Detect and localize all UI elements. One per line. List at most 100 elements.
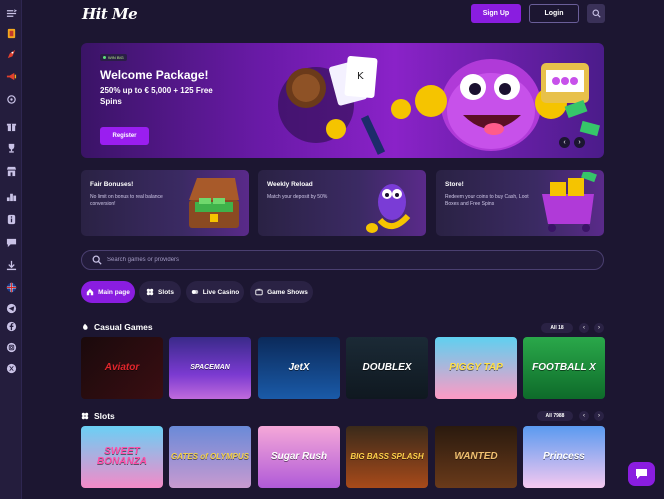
uk-flag-icon[interactable] xyxy=(4,281,18,293)
game-tile[interactable]: Sugar Rush xyxy=(258,426,340,488)
x-twitter-icon[interactable] xyxy=(4,362,18,374)
menu-collapse-icon[interactable] xyxy=(4,7,18,19)
live-chat-button[interactable] xyxy=(628,462,655,486)
chat-icon xyxy=(636,469,647,479)
facebook-icon[interactable] xyxy=(4,320,18,332)
promo-description: Redeem your coins to buy Cash, Loot Boxe… xyxy=(445,194,529,207)
download-icon[interactable] xyxy=(4,259,18,271)
tab-game-shows[interactable]: Game Shows xyxy=(250,281,313,303)
slots-prev-icon[interactable]: ‹ xyxy=(579,411,589,421)
game-title: DOUBLEX xyxy=(362,362,412,373)
badge-dot-icon xyxy=(103,56,106,59)
shopping-cart-icon xyxy=(542,172,597,232)
welcome-banner[interactable]: K WIN BIG Welcome Package! 250% up to € … xyxy=(81,43,604,158)
win-big-badge: WIN BIG xyxy=(100,54,127,61)
slots-view-all-button[interactable]: All 7988 xyxy=(537,411,573,421)
game-tile[interactable]: BIG BASS SPLASH xyxy=(346,426,428,488)
banner-next-icon[interactable]: › xyxy=(574,137,585,148)
game-tile[interactable]: FOOTBALL X xyxy=(523,337,605,399)
slots-icon xyxy=(146,288,154,296)
promo-card-weekly-reload[interactable]: Weekly Reload Match your deposit by 50% xyxy=(258,170,426,236)
tab-label: Slots xyxy=(158,288,174,296)
search-icon xyxy=(591,9,601,18)
game-title: Princess xyxy=(543,451,585,462)
tab-label: Game Shows xyxy=(267,288,308,296)
casual-next-icon[interactable]: › xyxy=(594,323,604,333)
tab-slots[interactable]: Slots xyxy=(139,281,181,303)
game-tile[interactable]: DOUBLEX xyxy=(346,337,428,399)
game-tile[interactable]: WANTED xyxy=(435,426,517,488)
info-icon[interactable] xyxy=(4,213,18,225)
promo-card-fair-bonuses[interactable]: Fair Bonuses! No limit on bonus to real … xyxy=(81,170,249,236)
hero-title: Welcome Package! xyxy=(100,68,209,82)
game-tile[interactable]: Aviator xyxy=(81,337,163,399)
search-input[interactable] xyxy=(107,251,587,269)
game-title: FOOTBALL X xyxy=(532,362,596,373)
badge-label: WIN BIG xyxy=(108,55,124,60)
podium-icon[interactable] xyxy=(4,190,18,202)
login-button[interactable]: Login xyxy=(529,4,579,23)
game-tile[interactable]: SWEET BONANZA xyxy=(81,426,163,488)
signup-button[interactable]: Sign Up xyxy=(471,4,521,23)
megaphone-icon[interactable] xyxy=(4,70,18,82)
house-icon xyxy=(86,288,94,296)
section-title: Slots xyxy=(94,411,115,421)
game-title: SPACEMAN xyxy=(190,364,230,371)
live-casino-icon xyxy=(191,290,198,294)
game-title: Aviator xyxy=(104,362,140,373)
game-search-bar xyxy=(81,250,604,270)
slots-next-icon[interactable]: › xyxy=(594,411,604,421)
promo-description: Match your deposit by 50% xyxy=(267,194,328,200)
game-title: BIG BASS SPLASH xyxy=(350,452,424,461)
tab-label: Live Casino xyxy=(202,288,240,296)
section-slots-header: Slots xyxy=(81,411,115,421)
trophy-icon[interactable] xyxy=(4,142,18,154)
promo-title: Weekly Reload xyxy=(267,181,313,188)
promo-title: Store! xyxy=(445,181,464,188)
header-search-button[interactable] xyxy=(587,4,605,23)
mascot-icon xyxy=(366,184,411,233)
section-casual-games-header: Casual Games xyxy=(81,322,153,332)
top-header: Hit Me Sign Up Login xyxy=(22,0,664,28)
spin-icon[interactable] xyxy=(4,93,18,105)
store-icon[interactable] xyxy=(4,165,18,177)
game-title: PIGGY TAP xyxy=(449,362,503,373)
site-logo[interactable]: Hit Me xyxy=(82,5,138,23)
tab-live-casino[interactable]: Live Casino xyxy=(186,281,244,303)
game-title: GATES of OLYMPUS xyxy=(171,452,249,461)
hero-artwork: K xyxy=(278,56,600,155)
telegram-icon[interactable] xyxy=(4,302,18,314)
game-tile[interactable]: SPACEMAN xyxy=(169,337,251,399)
gift-icon[interactable] xyxy=(4,120,18,132)
casual-games-icon xyxy=(83,323,88,330)
instagram-icon[interactable] xyxy=(4,341,18,353)
game-tile[interactable]: Princess xyxy=(523,426,605,488)
tab-label: Main page xyxy=(98,288,130,296)
promo-description: No limit on bonus to real balance conver… xyxy=(90,194,163,207)
card-icon[interactable] xyxy=(4,27,18,39)
svg-text:K: K xyxy=(357,71,364,82)
game-title: Sugar Rush xyxy=(270,451,328,462)
promo-title: Fair Bonuses! xyxy=(90,181,134,188)
register-button[interactable]: Register xyxy=(100,127,149,145)
game-tile[interactable]: JetX xyxy=(258,337,340,399)
casual-prev-icon[interactable]: ‹ xyxy=(579,323,589,333)
section-title: Casual Games xyxy=(94,322,153,332)
tab-main-page[interactable]: Main page xyxy=(81,281,135,303)
money-chest-icon xyxy=(189,178,239,228)
game-title: WANTED xyxy=(454,451,498,462)
rocket-icon[interactable] xyxy=(4,48,18,60)
game-tile[interactable]: PIGGY TAP xyxy=(435,337,517,399)
chat-bubble-icon[interactable] xyxy=(4,236,18,248)
banner-prev-icon[interactable]: ‹ xyxy=(559,137,570,148)
slots-icon xyxy=(81,412,89,420)
game-tile[interactable]: GATES of OLYMPUS xyxy=(169,426,251,488)
promo-card-store[interactable]: Store! Redeem your coins to buy Cash, Lo… xyxy=(436,170,604,236)
tv-icon xyxy=(255,288,263,296)
sidebar xyxy=(0,0,22,499)
game-title: SWEET BONANZA xyxy=(97,446,147,467)
search-icon xyxy=(92,255,102,265)
game-title: JetX xyxy=(288,362,310,373)
hero-subtitle: 250% up to € 5,000 + 125 Free Spins xyxy=(100,86,213,106)
casual-view-all-button[interactable]: All 18 xyxy=(541,323,573,333)
